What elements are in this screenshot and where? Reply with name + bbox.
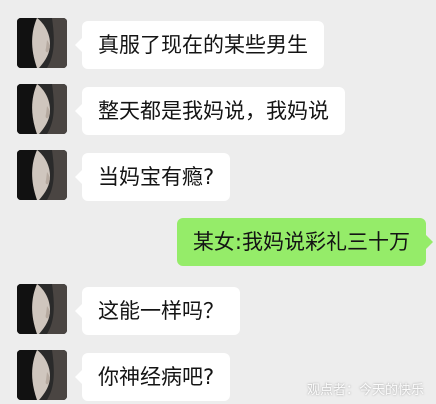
avatar-image: [17, 18, 67, 68]
contact-avatar[interactable]: [17, 150, 67, 200]
contact-avatar[interactable]: [17, 350, 67, 400]
avatar-image: [17, 150, 67, 200]
outgoing-message-bubble[interactable]: 某女:我妈说彩礼三十万: [176, 218, 434, 266]
incoming-message-bubble[interactable]: 这能一样吗？: [75, 287, 240, 335]
message-row: 这能一样吗？: [0, 284, 436, 338]
watermark-text: 观点者：今天的快乐: [306, 383, 424, 398]
incoming-message-bubble[interactable]: 整天都是我妈说，我妈说: [75, 87, 345, 135]
contact-avatar[interactable]: [17, 18, 67, 68]
message-row: 某女:我妈说彩礼三十万: [0, 216, 436, 270]
contact-avatar[interactable]: [17, 284, 67, 334]
chat-view: 真服了现在的某些男生 整天都是我妈说，我妈说 当妈宝有瘾? 某女:我妈说彩礼三十…: [0, 0, 436, 404]
incoming-message-bubble[interactable]: 当妈宝有瘾?: [74, 153, 231, 201]
incoming-message-bubble[interactable]: 你神经病吧?: [74, 353, 231, 401]
message-row: 当妈宝有瘾?: [0, 150, 436, 204]
message-row: 真服了现在的某些男生: [0, 18, 436, 72]
incoming-message-bubble[interactable]: 真服了现在的某些男生: [75, 21, 324, 69]
avatar-image: [17, 284, 67, 334]
message-row: 整天都是我妈说，我妈说: [0, 84, 436, 138]
contact-avatar[interactable]: [17, 84, 67, 134]
avatar-image: [17, 84, 67, 134]
avatar-image: [17, 350, 67, 400]
